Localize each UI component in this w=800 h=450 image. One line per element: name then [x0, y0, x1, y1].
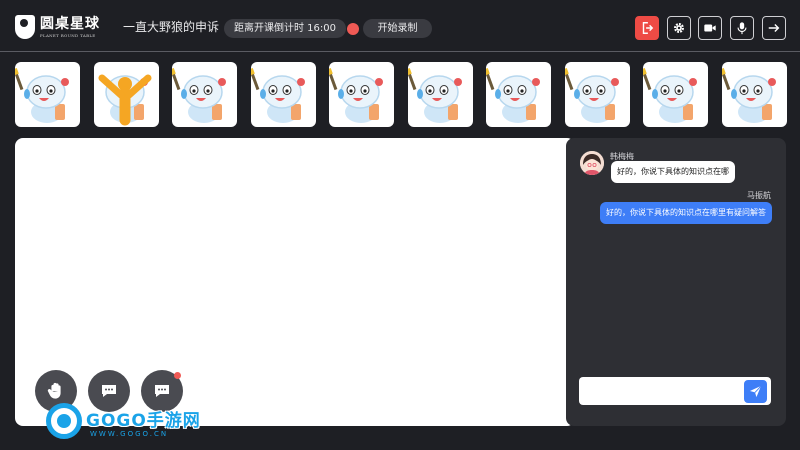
microphone-button[interactable]: [730, 16, 754, 40]
app-logo: 圆桌星球 PLANET ROUND TABLE: [15, 13, 100, 41]
astronaut-mascot-icon: [565, 68, 619, 123]
chat-message-incoming: 好的，你说下具体的知识点在哪: [611, 161, 735, 183]
astronaut-mascot-icon: [643, 68, 697, 123]
logo-subtitle: PLANET ROUND TABLE: [40, 32, 96, 38]
chat-message-outgoing: 好的，你说下具体的知识点在哪里有疑问解答: [600, 202, 772, 224]
participant-tile[interactable]: [486, 62, 551, 127]
arrow-right-icon: [768, 24, 780, 32]
forward-button[interactable]: [762, 16, 786, 40]
raise-hand-figure-icon: [98, 74, 152, 126]
message-sender: 马振航: [747, 191, 771, 200]
astronaut-mascot-icon: [251, 68, 305, 123]
avatar: [580, 151, 604, 175]
chat-panel: 韩梅梅 好的，你说下具体的知识点在哪 马振航 好的，你说下具体的知识点在哪里有疑…: [566, 138, 786, 426]
astronaut-mascot-icon: [15, 68, 69, 123]
microphone-icon: [737, 22, 747, 35]
participant-tile[interactable]: [408, 62, 473, 127]
astronaut-mascot-icon: [329, 68, 383, 123]
countdown-timer: 距离开课倒计时 16:00: [224, 19, 346, 38]
chat-bubble-icon: [155, 385, 169, 397]
exit-icon: [642, 22, 654, 34]
astronaut-mascot-icon: [722, 68, 776, 123]
participant-tile[interactable]: [15, 62, 80, 127]
participant-tile[interactable]: [251, 62, 316, 127]
participant-tile[interactable]: [565, 62, 630, 127]
top-bar: 圆桌星球 PLANET ROUND TABLE 一直大野狼的申诉 距离开课倒计时…: [0, 0, 800, 52]
astronaut-mascot-icon: [172, 68, 226, 123]
logo-mark-icon: [15, 15, 35, 39]
notification-dot: [174, 372, 181, 379]
settings-button[interactable]: [667, 16, 691, 40]
chat-bubble-icon: [102, 385, 116, 397]
gear-icon: [674, 23, 684, 33]
video-camera-icon: [704, 24, 716, 32]
site-watermark: GOGO手游网 WWW.GOGO.CN: [46, 403, 206, 443]
astronaut-mascot-icon: [408, 68, 462, 123]
start-recording-button[interactable]: 开始录制: [363, 19, 432, 38]
room-title: 一直大野狼的申诉: [123, 20, 220, 34]
participant-tile[interactable]: [722, 62, 787, 127]
send-icon: [749, 385, 762, 398]
user-avatar-icon: [580, 151, 604, 175]
watermark-url: WWW.GOGO.CN: [90, 430, 169, 438]
participant-tile[interactable]: [643, 62, 708, 127]
participant-tile[interactable]: [94, 62, 159, 127]
astronaut-mascot-icon: [486, 68, 540, 123]
camera-button[interactable]: [698, 16, 722, 40]
logo-title: 圆桌星球: [40, 15, 100, 32]
participant-tile[interactable]: [172, 62, 237, 127]
watermark-logo-icon: [46, 403, 82, 439]
record-indicator-icon: [347, 23, 359, 35]
watermark-name: GOGO手游网: [86, 411, 201, 431]
send-button[interactable]: [744, 380, 767, 403]
raise-hand-icon: [47, 382, 61, 399]
participant-tile[interactable]: [329, 62, 394, 127]
participant-strip: [0, 62, 800, 127]
exit-button[interactable]: [635, 16, 659, 40]
chat-input[interactable]: [579, 377, 771, 405]
